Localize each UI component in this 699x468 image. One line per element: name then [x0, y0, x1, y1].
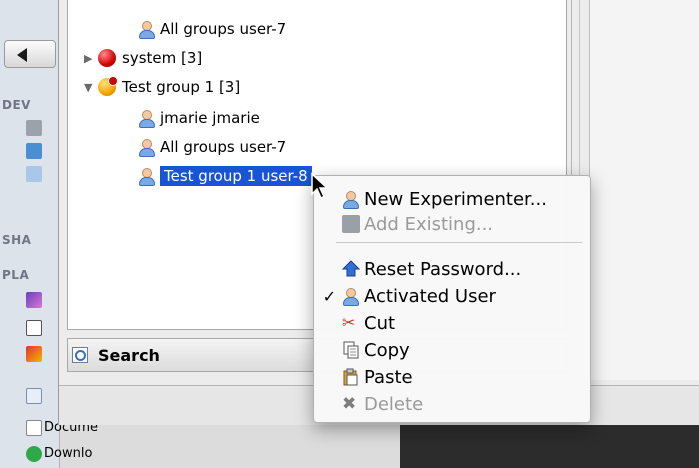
group-icon [98, 49, 116, 67]
desktop-icon[interactable] [26, 292, 42, 308]
menu-item-add-existing[interactable]: Add Existing... [314, 211, 590, 237]
mouse-cursor-icon [311, 172, 329, 200]
downloads-icon[interactable] [26, 446, 42, 462]
menu-item-label: Paste [364, 366, 413, 388]
menu-item-label: New Experimenter... [364, 188, 547, 210]
tree-row[interactable]: All groups user-7 [138, 135, 286, 159]
user-icon [138, 138, 155, 157]
context-menu: New Experimenter... Add Existing... Rese… [313, 175, 591, 423]
tree-row[interactable]: ▶ system [3] [84, 46, 202, 70]
menu-item-label: Reset Password... [364, 258, 522, 280]
finder-sidebar: DEV SHA PLA Docume Downlo [0, 0, 98, 468]
sidebar-item-downloads[interactable]: Downlo [44, 446, 92, 461]
tree-row-label: All groups user-7 [160, 138, 287, 156]
tree-row-selected[interactable]: Test group 1 user-8 [138, 164, 312, 188]
menu-item-paste[interactable]: Paste [314, 364, 590, 390]
search-label: Search [98, 346, 160, 365]
omero-icon[interactable] [26, 388, 42, 404]
tree-row[interactable]: jmarie jmarie [138, 106, 260, 130]
user-icon [138, 109, 155, 128]
user-icon [138, 167, 155, 186]
sidebar-section-places: PLA [2, 268, 30, 282]
home-arrow-icon [341, 260, 361, 278]
user-icon [342, 190, 360, 209]
tree-row-label: All groups user-7 [160, 20, 287, 38]
tree-row[interactable]: All groups user-7 [138, 17, 286, 41]
menu-item-activated-user[interactable]: ✓ Activated User [314, 283, 590, 309]
network-drive-icon[interactable] [26, 166, 42, 182]
background-area [400, 425, 699, 468]
documents-icon[interactable] [26, 420, 42, 436]
add-existing-icon [342, 215, 360, 233]
disk-icon[interactable] [26, 120, 42, 136]
menu-item-delete[interactable]: ✖ Delete [314, 391, 590, 417]
sidebar-section-shared: SHA [2, 233, 32, 247]
menu-item-label: Add Existing... [364, 213, 494, 235]
collapse-arrow-icon[interactable]: ▼ [84, 81, 98, 94]
menu-item-label: Activated User [364, 285, 496, 307]
menu-item-label: Delete [364, 393, 424, 415]
right-panel [589, 0, 699, 380]
menu-item-label: Copy [364, 339, 410, 361]
delete-icon: ✖ [342, 394, 357, 414]
menu-item-label: Cut [364, 312, 396, 334]
paste-icon [342, 368, 360, 386]
group-icon [98, 76, 118, 96]
tree-row-label: Test group 1 [3] [122, 78, 241, 96]
user-icon [342, 287, 360, 306]
sidebar-section-devices: DEV [2, 98, 31, 112]
tree-row[interactable]: ▼ Test group 1 [3] [84, 75, 240, 99]
menu-item-new-experimenter[interactable]: New Experimenter... [314, 186, 590, 212]
check-mark: ✓ [322, 286, 336, 306]
copy-icon [342, 341, 360, 359]
expand-arrow-icon[interactable]: ▶ [84, 52, 98, 65]
user-icon [138, 20, 155, 39]
tree-row-label: Test group 1 user-8 [160, 166, 312, 186]
home-icon[interactable] [26, 320, 42, 336]
drive-icon[interactable] [26, 143, 42, 159]
search-icon [72, 347, 88, 363]
menu-item-cut[interactable]: ✂ Cut [314, 310, 590, 336]
menu-item-copy[interactable]: Copy [314, 337, 590, 363]
menu-item-reset-password[interactable]: Reset Password... [314, 256, 590, 282]
menu-separator [336, 242, 582, 243]
applications-icon[interactable] [26, 346, 42, 362]
scissors-icon: ✂ [342, 313, 356, 332]
back-arrow-icon [17, 48, 27, 62]
tree-row-label: system [3] [122, 49, 203, 67]
back-button[interactable] [4, 40, 56, 68]
tree-row-label: jmarie jmarie [160, 109, 260, 127]
